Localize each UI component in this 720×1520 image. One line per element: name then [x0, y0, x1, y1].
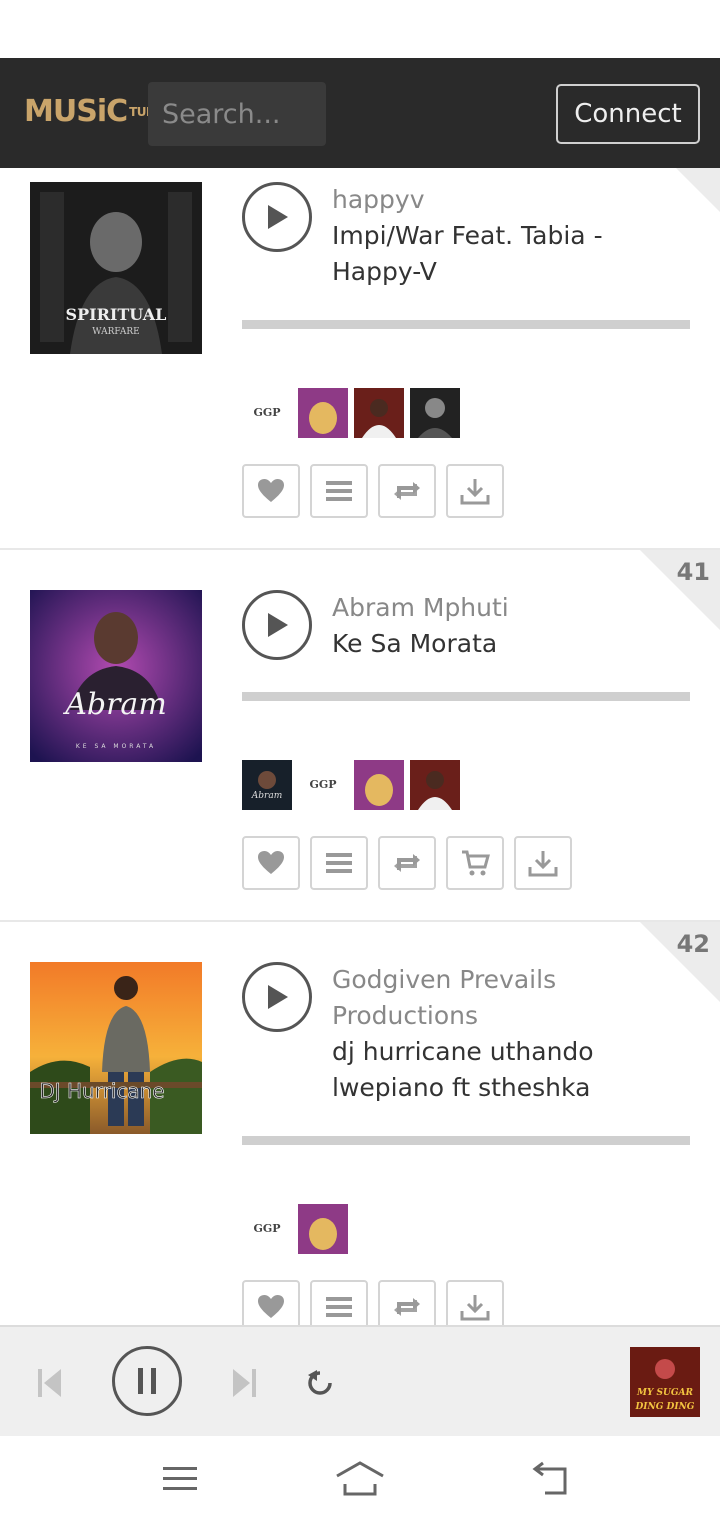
avatar[interactable] — [354, 388, 404, 438]
download-button[interactable] — [446, 1280, 504, 1325]
avatar[interactable] — [410, 760, 460, 810]
previous-button[interactable] — [30, 1363, 70, 1403]
avatar-label: GGP — [309, 778, 336, 791]
avatar[interactable]: GGP — [242, 1204, 292, 1254]
skip-next-icon — [233, 1369, 256, 1397]
heart-icon — [258, 1295, 284, 1318]
play-icon — [268, 205, 288, 229]
listener-avatars: GGP — [242, 388, 460, 438]
track-cover[interactable]: DJ Hurricane — [30, 962, 202, 1134]
avatar[interactable] — [410, 388, 460, 438]
heart-icon — [258, 479, 284, 502]
repeat-button[interactable] — [300, 1363, 340, 1403]
play-button[interactable] — [242, 182, 312, 252]
add-to-playlist-button[interactable] — [310, 1280, 368, 1325]
avatar[interactable] — [298, 1204, 348, 1254]
pause-icon — [138, 1368, 156, 1394]
play-icon — [268, 613, 288, 637]
next-button[interactable] — [224, 1363, 264, 1403]
track-actions — [242, 836, 572, 890]
track-title[interactable]: Ke Sa Morata — [332, 626, 672, 662]
track-item: 38 SPIRITUAL WARFARE happyv Impi/War Fea… — [0, 168, 720, 550]
connect-button[interactable]: Connect — [556, 84, 700, 144]
add-to-playlist-button[interactable] — [310, 836, 368, 890]
now-playing-text-1: MY SUGAR — [636, 1388, 694, 1398]
like-button[interactable] — [242, 1280, 300, 1325]
track-artist[interactable]: Godgiven Prevails Productions — [332, 962, 592, 1034]
cover-subtitle-text: WARFARE — [92, 327, 139, 337]
download-button[interactable] — [446, 464, 504, 518]
skip-previous-icon — [38, 1369, 61, 1397]
system-nav-bar — [0, 1436, 720, 1520]
like-button[interactable] — [242, 836, 300, 890]
repost-icon — [394, 1298, 420, 1316]
logo-main-text: MUSiC — [24, 94, 128, 129]
avatar[interactable] — [298, 388, 348, 438]
track-item: 42 DJ Hurricane Godgiven Prevails Produc… — [0, 922, 720, 1325]
add-to-playlist-button[interactable] — [310, 464, 368, 518]
repost-button[interactable] — [378, 464, 436, 518]
cover-title-text: SPIRITUAL — [66, 305, 167, 324]
home-icon — [336, 1461, 384, 1496]
cart-icon — [462, 850, 490, 876]
play-button[interactable] — [242, 962, 312, 1032]
cover-subtitle-text: KE SA MORATA — [76, 743, 156, 750]
heart-icon — [258, 851, 284, 874]
player-bar: MY SUGAR DING DING — [0, 1325, 720, 1436]
playlist-icon — [326, 481, 352, 501]
download-button[interactable] — [514, 836, 572, 890]
back-icon — [532, 1461, 567, 1495]
download-icon — [460, 479, 490, 505]
repost-button[interactable] — [378, 836, 436, 890]
rank-number: 41 — [676, 558, 710, 586]
track-cover[interactable]: Abram KE SA MORATA — [30, 590, 202, 762]
track-title[interactable]: dj hurricane uthando lwepiano ft stheshk… — [332, 1034, 622, 1106]
track-title[interactable]: Impi/War Feat. Tabia - Happy-V — [332, 218, 672, 290]
rank-number: 42 — [676, 930, 710, 958]
track-actions — [242, 464, 504, 518]
avatar[interactable] — [354, 760, 404, 810]
track-progress-bar[interactable] — [242, 1136, 690, 1145]
now-playing-text-2: DING DING — [635, 1402, 695, 1412]
repeat-icon — [308, 1370, 332, 1395]
cover-title-text: DJ Hurricane — [39, 1079, 164, 1103]
buy-button[interactable] — [446, 836, 504, 890]
svg-text:Abram: Abram — [251, 791, 282, 801]
cover-title-text: Abram — [62, 687, 167, 722]
track-actions — [242, 1280, 504, 1325]
download-icon — [460, 1295, 490, 1321]
status-bar — [0, 0, 720, 58]
play-button[interactable] — [242, 590, 312, 660]
app-header: MUSiC TUNNEL Connect — [0, 58, 720, 168]
avatar-label: GGP — [253, 1222, 280, 1235]
like-button[interactable] — [242, 464, 300, 518]
repost-icon — [394, 854, 420, 872]
pause-button[interactable] — [112, 1346, 182, 1416]
track-cover[interactable]: SPIRITUAL WARFARE — [30, 182, 202, 354]
avatar[interactable]: GGP — [242, 388, 292, 438]
download-icon — [528, 851, 558, 877]
avatar[interactable]: GGP — [298, 760, 348, 810]
play-icon — [268, 985, 288, 1009]
track-artist[interactable]: Abram Mphuti — [332, 590, 682, 626]
repost-button[interactable] — [378, 1280, 436, 1325]
track-item: 41 Abram KE SA MORATA Abram Mphuti Ke Sa… — [0, 550, 720, 922]
playlist-icon — [326, 1297, 352, 1317]
avatar-label: GGP — [253, 406, 280, 419]
menu-icon — [163, 1467, 197, 1490]
home-nav-button[interactable] — [334, 1456, 386, 1500]
playlist-icon — [326, 853, 352, 873]
listener-avatars: GGP — [242, 1204, 348, 1254]
listener-avatars: Abram GGP — [242, 760, 460, 810]
track-progress-bar[interactable] — [242, 692, 690, 701]
avatar[interactable]: Abram — [242, 760, 292, 810]
track-progress-bar[interactable] — [242, 320, 690, 329]
repost-icon — [394, 482, 420, 500]
back-nav-button[interactable] — [526, 1456, 572, 1500]
track-artist[interactable]: happyv — [332, 182, 682, 218]
search-input[interactable] — [148, 82, 326, 146]
now-playing-cover[interactable]: MY SUGAR DING DING — [630, 1347, 700, 1417]
track-feed[interactable]: 38 SPIRITUAL WARFARE happyv Impi/War Fea… — [0, 168, 720, 1325]
menu-nav-button[interactable] — [160, 1458, 200, 1498]
